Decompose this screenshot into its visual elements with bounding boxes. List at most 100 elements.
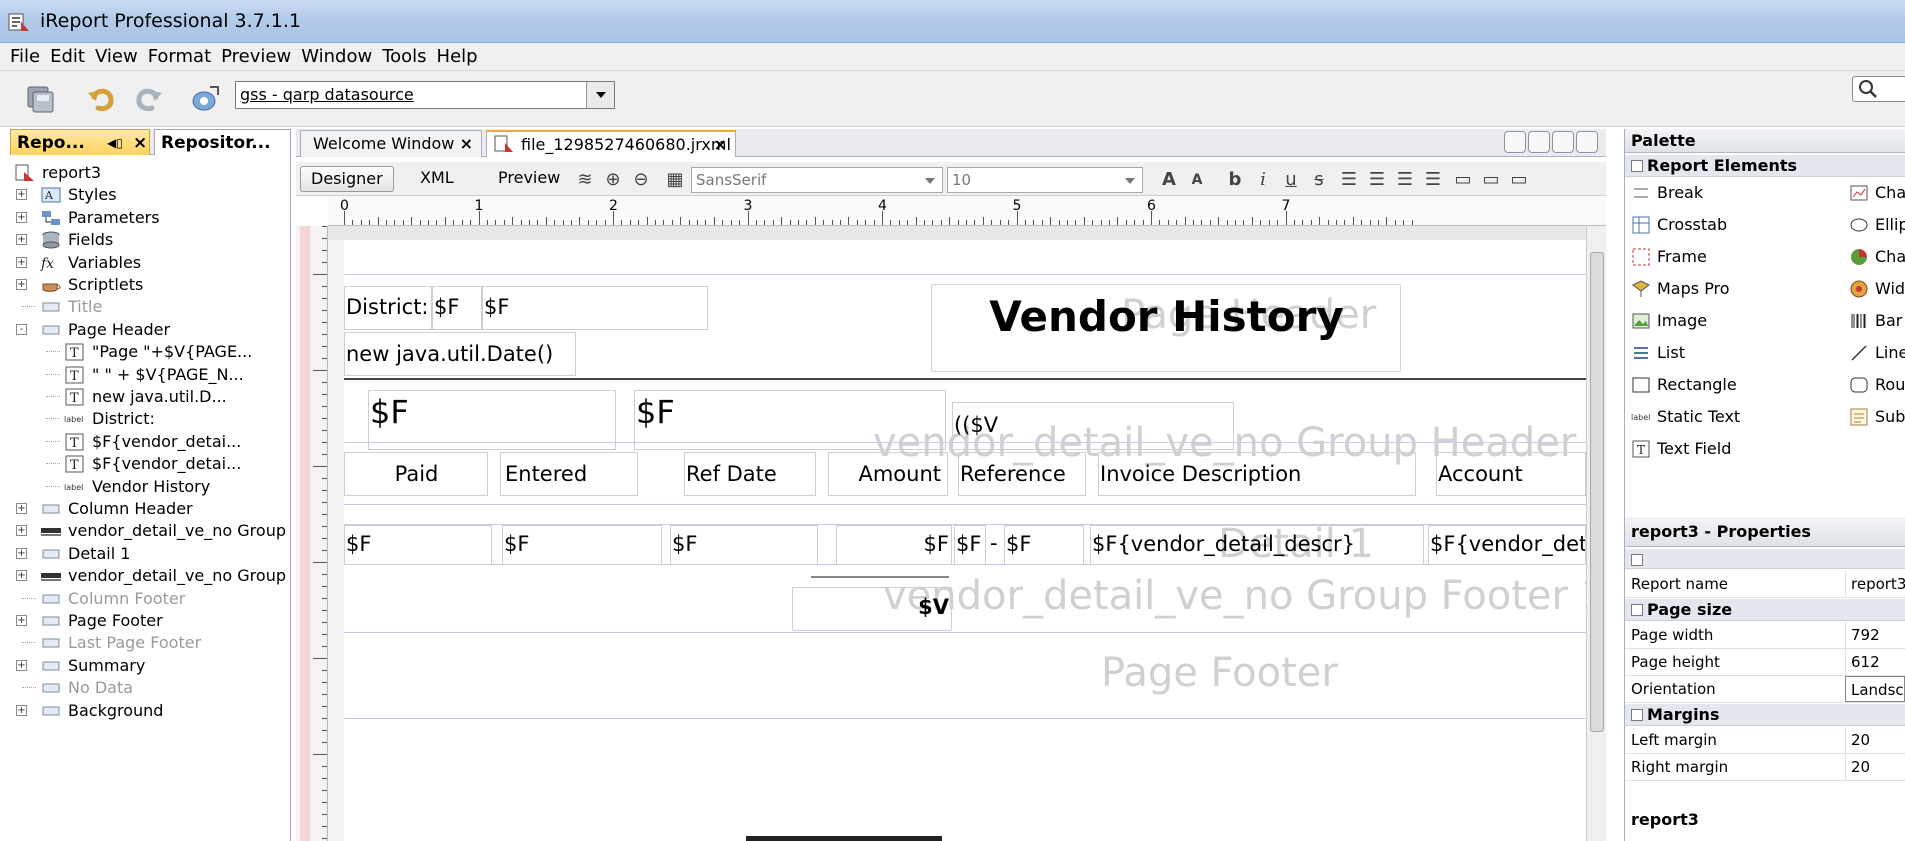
strikethrough-icon[interactable]: s xyxy=(1308,170,1330,190)
palette-item-line[interactable]: Line xyxy=(1849,341,1905,365)
chevron-down-icon[interactable] xyxy=(586,82,614,108)
palette-section-report-elements[interactable]: Report Elements xyxy=(1625,155,1905,177)
tab-list-icon[interactable] xyxy=(1552,131,1574,153)
prop-report-name[interactable]: Report name report3 xyxy=(1625,571,1905,598)
column-header-account[interactable]: Account xyxy=(1436,452,1586,496)
datasource-icon[interactable] xyxy=(190,83,222,115)
district-field[interactable]: $F xyxy=(432,286,482,330)
zoom-out-icon[interactable]: ⊖ xyxy=(630,170,652,190)
close-icon[interactable]: × xyxy=(460,131,473,157)
redo-icon[interactable] xyxy=(132,83,164,115)
scroll-tabs-right-icon[interactable] xyxy=(1528,131,1550,153)
expand-icon[interactable]: + xyxy=(16,503,27,514)
align-top-icon[interactable]: ▭ xyxy=(1452,170,1474,190)
palette-item-maps[interactable]: Maps Pro xyxy=(1631,277,1821,301)
palette-item-list[interactable]: List xyxy=(1631,341,1821,365)
align-middle-icon[interactable]: ▭ xyxy=(1480,170,1502,190)
palette-item-barcode[interactable]: Bar xyxy=(1849,309,1905,333)
italic-icon[interactable]: i xyxy=(1252,170,1274,190)
expand-icon[interactable]: + xyxy=(16,570,27,582)
close-icon[interactable]: × xyxy=(133,130,147,156)
tab-repository[interactable]: Repositor... xyxy=(154,129,291,155)
palette-item-chart[interactable]: Cha xyxy=(1849,181,1905,205)
expand-icon[interactable]: + xyxy=(16,189,27,201)
group-total-variable[interactable]: $V xyxy=(792,587,952,631)
column-header-paid[interactable]: Paid xyxy=(344,452,488,496)
detail-field-reference-2[interactable]: $F xyxy=(1004,525,1084,565)
save-all-icon[interactable] xyxy=(24,83,56,115)
palette-item-frame[interactable]: Frame xyxy=(1631,245,1821,269)
menu-file[interactable]: File xyxy=(0,43,45,71)
detail-field-ref-date[interactable]: $F xyxy=(670,525,818,565)
prop-right-margin[interactable]: Right margin 20 xyxy=(1625,754,1905,781)
palette-item-break[interactable]: Break xyxy=(1631,181,1821,205)
scroll-tabs-left-icon[interactable] xyxy=(1504,131,1526,153)
district-name-field[interactable]: $F xyxy=(482,286,708,330)
expand-icon[interactable]: + xyxy=(16,211,27,223)
column-header-entered[interactable]: Entered xyxy=(500,452,638,496)
close-icon[interactable]: × xyxy=(714,132,727,158)
expand-icon[interactable]: + xyxy=(16,525,27,537)
group-field-2[interactable]: $F xyxy=(634,390,946,450)
detail-field-description[interactable]: $F{vendor_detail_descr} xyxy=(1090,525,1424,565)
menu-window[interactable]: Window xyxy=(296,43,377,71)
prop-page-width[interactable]: Page width 792 xyxy=(1625,622,1905,649)
palette-item-image[interactable]: Image xyxy=(1631,309,1821,333)
expand-icon[interactable]: + xyxy=(16,547,27,559)
page-footer-element[interactable] xyxy=(746,836,942,841)
column-header-invoice-description[interactable]: Invoice Description xyxy=(1098,452,1416,496)
tab-welcome-window[interactable]: Welcome Window × xyxy=(300,130,482,157)
prop-orientation[interactable]: Orientation Landscape xyxy=(1625,676,1905,703)
undo-icon[interactable] xyxy=(86,83,118,115)
expand-icon[interactable]: + xyxy=(16,704,27,716)
format-painter-icon[interactable]: ▦ xyxy=(664,170,686,190)
palette-item-rectangle[interactable]: Rectangle xyxy=(1631,373,1821,397)
align-justify-icon[interactable]: ☰ xyxy=(1366,170,1388,190)
prop-section-margins[interactable]: Margins xyxy=(1625,704,1905,726)
align-bottom-icon[interactable]: ▭ xyxy=(1508,170,1530,190)
menu-tools[interactable]: Tools xyxy=(377,43,431,71)
column-header-reference[interactable]: Reference xyxy=(958,452,1086,496)
column-header-ref-date[interactable]: Ref Date xyxy=(684,452,816,496)
report-title-label[interactable]: Vendor History xyxy=(931,284,1401,372)
font-grow-icon[interactable]: A xyxy=(1158,170,1180,190)
menu-help[interactable]: Help xyxy=(432,43,483,71)
tree-item-background[interactable]: + Background xyxy=(10,697,291,724)
tab-report-inspector[interactable]: Repo... ◀▯ × xyxy=(10,129,150,155)
palette-item-ellipse[interactable]: Ellip xyxy=(1849,213,1905,237)
font-name-select[interactable]: SansSerif xyxy=(691,167,943,193)
font-shrink-icon[interactable]: A xyxy=(1186,170,1208,190)
group-field-1[interactable]: $F xyxy=(368,390,616,450)
datasource-select[interactable]: gss - qarp datasource xyxy=(235,81,615,109)
view-designer-button[interactable]: Designer xyxy=(300,166,394,192)
view-preview-button[interactable]: Preview xyxy=(488,166,570,192)
prop-page-height[interactable]: Page height 612 xyxy=(1625,649,1905,676)
menu-view[interactable]: View xyxy=(90,43,143,71)
detail-field-reference-1[interactable]: $F xyxy=(954,525,986,565)
collapse-icon[interactable]: - xyxy=(16,323,27,335)
date-field[interactable]: new java.util.Date() xyxy=(344,332,576,376)
align-left-icon[interactable]: ☰ xyxy=(1338,170,1360,190)
palette-item-text-field[interactable]: T Text Field xyxy=(1631,437,1821,461)
palette-item-static-text[interactable]: label Static Text xyxy=(1631,405,1821,429)
palette-item-widget[interactable]: Wid xyxy=(1849,277,1905,301)
detail-field-entered[interactable]: $F xyxy=(502,525,662,565)
expand-icon[interactable]: + xyxy=(16,279,27,290)
prop-left-margin[interactable]: Left margin 20 xyxy=(1625,727,1905,754)
bold-icon[interactable]: b xyxy=(1224,170,1246,190)
report-design-canvas[interactable]: Page Header vendor_detail_ve_no Group He… xyxy=(328,226,1586,841)
font-size-select[interactable]: 10 xyxy=(947,167,1143,193)
tab-jrxml-file[interactable]: file_1298527460680.jrxml × xyxy=(486,130,736,157)
menu-format[interactable]: Format xyxy=(143,43,216,71)
menu-preview[interactable]: Preview xyxy=(216,43,296,71)
menu-edit[interactable]: Edit xyxy=(45,43,90,71)
district-label[interactable]: District: xyxy=(344,286,432,330)
align-center-icon[interactable]: ☰ xyxy=(1394,170,1416,190)
underline-icon[interactable]: u xyxy=(1280,170,1302,190)
canvas-vertical-scrollbar[interactable] xyxy=(1586,226,1606,841)
expand-icon[interactable]: + xyxy=(16,615,27,626)
palette-item-crosstab[interactable]: Crosstab xyxy=(1631,213,1821,237)
expand-icon[interactable]: + xyxy=(16,234,27,246)
total-line[interactable] xyxy=(811,576,949,578)
scrollbar-thumb[interactable] xyxy=(1590,252,1604,732)
